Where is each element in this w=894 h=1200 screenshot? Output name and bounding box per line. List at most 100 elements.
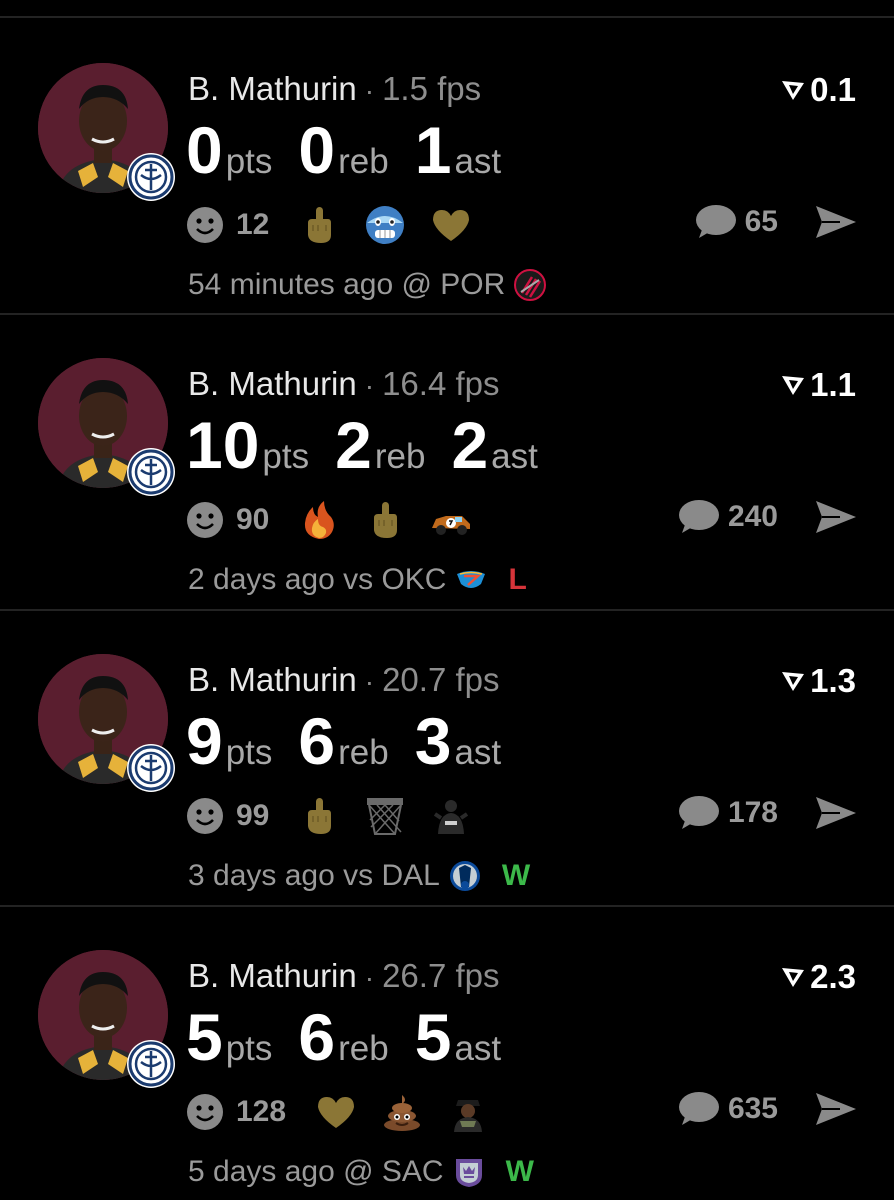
stat-pts: 9 pts — [186, 701, 272, 781]
stat-reb: 6 reb — [298, 997, 388, 1077]
stat-value: 6 — [298, 704, 336, 778]
player-name-line[interactable]: B. Mathurin · 16.4 fps — [188, 365, 500, 405]
stat-value: 1 — [414, 113, 452, 187]
stat-unit: reb — [374, 437, 426, 476]
middle-finger-icon[interactable] — [297, 203, 341, 247]
heart-icon[interactable] — [429, 203, 473, 247]
add-reaction-smiley-icon[interactable] — [186, 206, 224, 244]
person-sticker-icon[interactable] — [446, 1090, 490, 1134]
player-name-line[interactable]: B. Mathurin · 1.5 fps — [188, 70, 481, 110]
post-card[interactable]: B. Mathurin · 1.5 fps 0.1 0 pts 0 reb 1 ast 1… — [0, 18, 894, 312]
comment-count[interactable]: 178 — [728, 796, 778, 830]
vote-value: 1.1 — [810, 366, 856, 403]
post-actions: 240 — [676, 498, 858, 536]
vote-value: 0.1 — [810, 71, 856, 108]
vote-score[interactable]: 1.1 — [780, 366, 856, 404]
share-send-icon[interactable] — [814, 1090, 858, 1128]
separator-dot: · — [364, 962, 375, 993]
stat-unit: ast — [454, 1029, 502, 1068]
vote-arrow-icon — [782, 672, 805, 691]
middle-finger-icon[interactable] — [297, 794, 341, 838]
reaction-count: 99 — [236, 799, 270, 832]
player-name-line[interactable]: B. Mathurin · 26.7 fps — [188, 957, 500, 997]
vote-value: 1.3 — [810, 662, 856, 699]
player-name: B. Mathurin — [188, 957, 357, 994]
mavericks-logo-icon — [449, 861, 480, 891]
comment-bubble-icon[interactable] — [676, 794, 720, 832]
cold-face-icon[interactable] — [363, 203, 407, 247]
vote-arrow-icon — [782, 81, 805, 100]
add-reaction-smiley-icon[interactable] — [186, 797, 224, 835]
add-reaction-smiley-icon[interactable] — [186, 1093, 224, 1131]
comment-count[interactable]: 240 — [728, 500, 778, 534]
stat-unit: ast — [454, 142, 502, 181]
comment-count[interactable]: 635 — [728, 1092, 778, 1126]
post-card[interactable]: B. Mathurin · 20.7 fps 1.3 9 pts 6 reb 3 ast … — [0, 609, 894, 903]
stat-unit: reb — [338, 1029, 389, 1068]
share-send-icon[interactable] — [814, 498, 858, 536]
comment-count[interactable]: 65 — [745, 205, 778, 239]
comment-bubble-icon[interactable] — [693, 203, 737, 241]
vote-score[interactable]: 0.1 — [780, 71, 856, 109]
game-info[interactable]: 54 minutes ago @ POR — [188, 268, 567, 302]
stat-unit: ast — [491, 437, 538, 476]
post-card[interactable]: B. Mathurin · 16.4 fps 1.1 10 pts 2 reb 2 ast… — [0, 313, 894, 607]
stat-value: 2 — [451, 408, 489, 482]
reaction-count: 12 — [236, 208, 270, 241]
stat-reb: 0 reb — [298, 110, 388, 190]
game-info[interactable]: 2 days ago vs OKC L — [188, 563, 527, 597]
game-time-opponent: 3 days ago vs DAL — [188, 859, 440, 892]
stat-ast: 1 ast — [415, 110, 501, 190]
race-car-icon[interactable] — [429, 498, 473, 542]
stat-unit: pts — [225, 733, 273, 772]
stat-line: 9 pts 6 reb 3 ast — [186, 701, 527, 781]
thunder-logo-icon — [457, 571, 486, 588]
post-actions: 65 — [693, 203, 858, 241]
reactions-bar: 99 — [186, 794, 495, 838]
player-name: B. Mathurin — [188, 365, 357, 402]
basketball-hoop-icon[interactable] — [363, 794, 407, 838]
game-result-win: W — [501, 859, 531, 892]
stat-pts: 10 pts — [186, 405, 309, 485]
game-result-win: W — [505, 1155, 534, 1188]
reactions-bar: 12 — [186, 203, 495, 247]
game-info[interactable]: 3 days ago vs DAL W — [188, 859, 530, 893]
team-badge-icon — [127, 744, 175, 792]
fps-value: 26.7 fps — [382, 957, 500, 994]
team-badge-icon — [127, 448, 175, 496]
stat-ast: 2 ast — [451, 405, 537, 485]
stat-reb: 6 reb — [298, 701, 388, 781]
stat-line: 0 pts 0 reb 1 ast — [186, 110, 527, 190]
stat-line: 10 pts 2 reb 2 ast — [186, 405, 564, 485]
heart-icon[interactable] — [314, 1090, 358, 1134]
player-name-line[interactable]: B. Mathurin · 20.7 fps — [188, 661, 500, 701]
player-sticker-icon[interactable] — [429, 794, 473, 838]
fire-icon[interactable] — [297, 498, 341, 542]
stat-unit: pts — [262, 437, 310, 476]
fps-value: 16.4 fps — [382, 365, 500, 402]
stat-unit: ast — [454, 733, 502, 772]
separator-dot: · — [364, 75, 375, 106]
share-send-icon[interactable] — [814, 203, 858, 241]
vote-score[interactable]: 2.3 — [780, 958, 856, 996]
vote-arrow-icon — [782, 376, 805, 395]
stat-pts: 0 pts — [186, 110, 272, 190]
stat-value: 0 — [186, 113, 223, 187]
post-actions: 178 — [676, 794, 858, 832]
stat-value: 2 — [335, 408, 372, 482]
reactions-bar: 128 — [186, 1090, 512, 1134]
stat-ast: 3 ast — [415, 701, 501, 781]
add-reaction-smiley-icon[interactable] — [186, 501, 224, 539]
vote-score[interactable]: 1.3 — [780, 662, 856, 700]
blazers-logo-icon — [514, 269, 547, 301]
poop-icon[interactable] — [380, 1090, 424, 1134]
post-card[interactable]: B. Mathurin · 26.7 fps 2.3 5 pts 6 reb 5 ast … — [0, 905, 894, 1199]
middle-finger-icon[interactable] — [363, 498, 407, 542]
comment-bubble-icon[interactable] — [676, 498, 720, 536]
game-time-opponent: 2 days ago vs OKC — [188, 563, 447, 596]
stat-value: 5 — [414, 1000, 452, 1074]
game-info[interactable]: 5 days ago @ SAC W — [188, 1155, 534, 1189]
player-name: B. Mathurin — [188, 70, 357, 107]
comment-bubble-icon[interactable] — [676, 1090, 720, 1128]
share-send-icon[interactable] — [814, 794, 858, 832]
